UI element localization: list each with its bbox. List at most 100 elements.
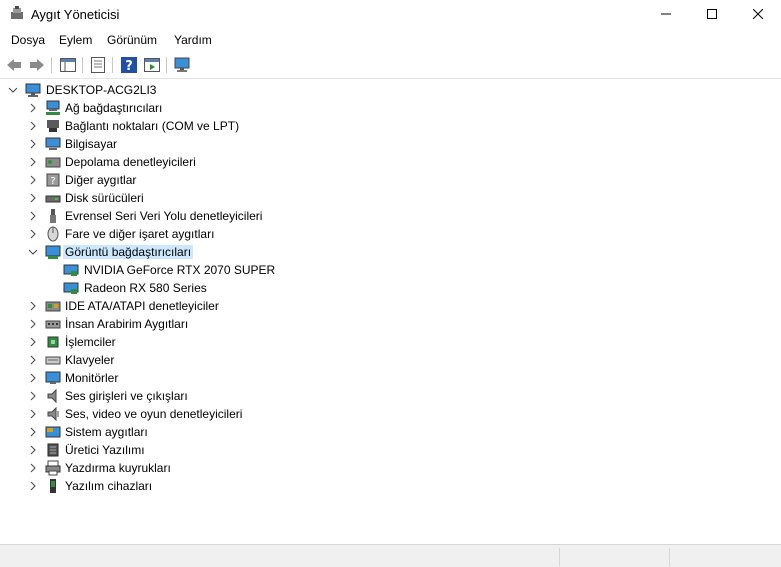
tree-expander[interactable] <box>27 246 39 258</box>
tree-category[interactable]: Sistem aygıtları <box>0 423 781 441</box>
menu-action[interactable]: Eylem <box>59 33 92 47</box>
tree-expander[interactable] <box>27 228 39 240</box>
tree-category-label: Ses, video ve oyun denetleyicileri <box>65 407 243 421</box>
chevron-right-icon <box>30 157 36 167</box>
ide-controller-icon <box>45 301 61 312</box>
tree-expander[interactable] <box>27 372 39 384</box>
tree-category[interactable]: Yazılım cihazları <box>0 477 781 495</box>
tree-expander[interactable] <box>7 84 19 96</box>
network-adapter-icon <box>46 100 60 115</box>
properties-button[interactable] <box>88 55 108 75</box>
tree-category-label: Ses girişleri ve çıkışları <box>65 389 188 403</box>
tree-category[interactable]: ? Diğer aygıtlar <box>0 171 781 189</box>
tree-root[interactable]: DESKTOP-ACG2LI3 <box>0 81 781 99</box>
tree-category-label: Depolama denetleyicileri <box>65 155 196 169</box>
tree-category[interactable]: Ses, video ve oyun denetleyicileri <box>0 405 781 423</box>
tree-expander[interactable] <box>27 408 39 420</box>
close-button[interactable] <box>735 0 781 28</box>
menu-view[interactable]: Görünüm <box>107 33 157 47</box>
chevron-right-icon <box>30 427 36 437</box>
toolbar-separator <box>82 57 83 73</box>
tree-expander[interactable] <box>27 354 39 366</box>
scan-hardware-changes-button[interactable] <box>173 55 193 75</box>
sound-controller-icon <box>47 406 59 422</box>
chevron-right-icon <box>30 193 36 203</box>
tree-expander[interactable] <box>27 120 39 132</box>
forward-arrow-icon <box>30 59 44 71</box>
tree-category[interactable]: Monitörler <box>0 369 781 387</box>
menu-file[interactable]: Dosya <box>11 33 45 47</box>
tree-category-label: Yazılım cihazları <box>65 479 153 493</box>
tree-category[interactable]: Üretici Yazılımı <box>0 441 781 459</box>
tree-category-label: İşlemciler <box>65 335 116 349</box>
tree-expander[interactable] <box>27 462 39 474</box>
chevron-right-icon <box>30 355 36 365</box>
back-button[interactable] <box>4 55 24 75</box>
tree-category-label: IDE ATA/ATAPI denetleyiciler <box>65 299 219 313</box>
chevron-right-icon <box>30 175 36 185</box>
maximize-button[interactable] <box>689 0 735 28</box>
tree-expander[interactable] <box>27 192 39 204</box>
tree-device[interactable]: NVIDIA GeForce RTX 2070 SUPER <box>0 261 781 279</box>
hid-icon <box>45 320 61 329</box>
tree-category[interactable]: Evrensel Seri Veri Yolu denetleyicileri <box>0 207 781 225</box>
tree-expander[interactable] <box>27 156 39 168</box>
tree-category-label: Bilgisayar <box>65 137 118 151</box>
forward-button[interactable] <box>27 55 47 75</box>
help-icon: ? <box>121 57 137 73</box>
tree-category[interactable]: Yazdırma kuyrukları <box>0 459 781 477</box>
chevron-right-icon <box>30 211 36 221</box>
storage-controller-icon <box>45 157 61 168</box>
tree-category[interactable]: Klavyeler <box>0 351 781 369</box>
unknown-device-icon: ? <box>46 173 60 187</box>
back-arrow-icon <box>7 59 21 71</box>
toolbar-separator <box>166 57 167 73</box>
chevron-right-icon <box>30 373 36 383</box>
close-icon <box>753 9 763 19</box>
menu-help[interactable]: Yardım <box>174 33 212 47</box>
minimize-button[interactable] <box>643 0 689 28</box>
tree-category[interactable]: Ses girişleri ve çıkışları <box>0 387 781 405</box>
svg-text:?: ? <box>50 176 55 187</box>
tree-category[interactable]: Görüntü bağdaştırıcıları <box>0 243 781 261</box>
minimize-icon <box>661 13 671 15</box>
status-bar-divider <box>669 548 670 566</box>
tree-expander[interactable] <box>27 444 39 456</box>
action-pane-button[interactable] <box>142 55 162 75</box>
tree-expander[interactable] <box>27 300 39 312</box>
tree-category-label: Görüntü bağdaştırıcıları <box>63 245 194 259</box>
tree-expander[interactable] <box>27 390 39 402</box>
chevron-right-icon <box>30 139 36 149</box>
tree-category[interactable]: Depolama denetleyicileri <box>0 153 781 171</box>
tree-device[interactable]: Radeon RX 580 Series <box>0 279 781 297</box>
show-hide-console-tree-button[interactable] <box>58 55 78 75</box>
chevron-right-icon <box>30 391 36 401</box>
tree-category[interactable]: Disk sürücüleri <box>0 189 781 207</box>
chevron-right-icon <box>30 481 36 491</box>
tree-expander[interactable] <box>27 210 39 222</box>
chevron-right-icon <box>30 229 36 239</box>
tree-expander[interactable] <box>27 138 39 150</box>
help-button[interactable]: ? <box>119 55 139 75</box>
tree-category[interactable]: İnsan Arabirim Aygıtları <box>0 315 781 333</box>
computer-icon <box>45 137 61 150</box>
tree-category[interactable]: IDE ATA/ATAPI denetleyiciler <box>0 297 781 315</box>
tree-category[interactable]: Bağlantı noktaları (COM ve LPT) <box>0 117 781 135</box>
tree-category-label: Fare ve diğer işaret aygıtları <box>65 227 215 241</box>
tree-expander[interactable] <box>27 480 39 492</box>
toolbar-separator <box>51 57 52 73</box>
tree-expander[interactable] <box>27 426 39 438</box>
software-device-icon <box>50 479 56 493</box>
tree-category[interactable]: Fare ve diğer işaret aygıtları <box>0 225 781 243</box>
tree-category[interactable]: Bilgisayar <box>0 135 781 153</box>
tree-category[interactable]: Ağ bağdaştırıcıları <box>0 99 781 117</box>
tree-expander[interactable] <box>27 102 39 114</box>
tree-expander[interactable] <box>27 174 39 186</box>
menu-bar: Dosya Eylem Görünüm Yardım <box>0 30 781 50</box>
tree-category[interactable]: İşlemciler <box>0 333 781 351</box>
toolbar-separator <box>112 57 113 73</box>
tree-expander[interactable] <box>27 318 39 330</box>
tree-category-label: Sistem aygıtları <box>65 425 148 439</box>
tree-category-label: Yazdırma kuyrukları <box>65 461 171 475</box>
tree-expander[interactable] <box>27 336 39 348</box>
